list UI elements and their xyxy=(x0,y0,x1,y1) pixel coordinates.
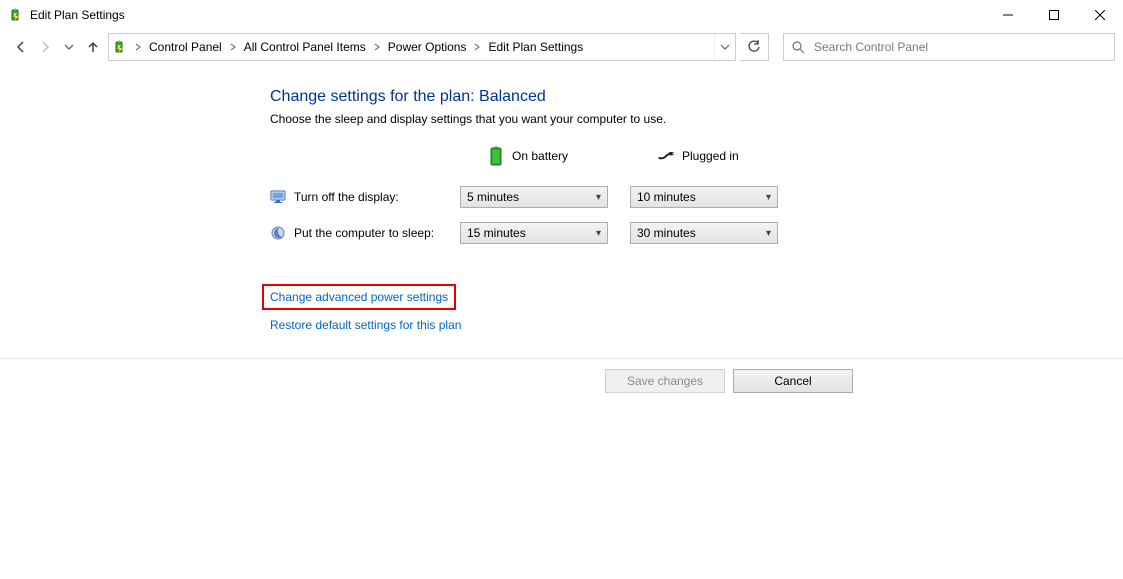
recent-locations-button[interactable] xyxy=(58,36,80,58)
chevron-right-icon[interactable] xyxy=(470,34,484,60)
search-icon xyxy=(784,40,812,54)
page-subheading: Choose the sleep and display settings th… xyxy=(270,112,1123,126)
address-dropdown-button[interactable] xyxy=(714,34,735,60)
chevron-down-icon: ▾ xyxy=(766,192,771,203)
highlight-annotation: Change advanced power settings xyxy=(262,284,456,310)
monitor-icon xyxy=(270,189,286,205)
content: Change settings for the plan: Balanced C… xyxy=(0,64,1123,342)
back-button[interactable] xyxy=(10,36,32,58)
column-header-plugged: Plugged in xyxy=(630,140,790,172)
close-button[interactable] xyxy=(1077,0,1123,30)
breadcrumb-item[interactable]: Control Panel xyxy=(145,34,226,60)
display-battery-select[interactable]: 5 minutes ▾ xyxy=(460,186,608,208)
chevron-right-icon[interactable] xyxy=(370,34,384,60)
row-display-label: Turn off the display: xyxy=(270,189,450,205)
maximize-button[interactable] xyxy=(1031,0,1077,30)
chevron-right-icon[interactable] xyxy=(226,34,240,60)
battery-icon xyxy=(488,148,504,164)
sleep-battery-select[interactable]: 15 minutes ▾ xyxy=(460,222,608,244)
refresh-button[interactable] xyxy=(740,33,769,61)
chevron-down-icon: ▾ xyxy=(596,228,601,239)
row-sleep-label: Put the computer to sleep: xyxy=(270,225,450,241)
search-box[interactable] xyxy=(783,33,1115,61)
breadcrumb: Control Panel All Control Panel Items Po… xyxy=(145,34,714,60)
chevron-right-icon[interactable] xyxy=(131,34,145,60)
window-title: Edit Plan Settings xyxy=(30,8,125,22)
settings-grid: On battery Plugged in Turn xyxy=(270,140,1123,244)
power-options-icon xyxy=(109,34,131,60)
breadcrumb-item[interactable]: All Control Panel Items xyxy=(240,34,370,60)
select-value: 5 minutes xyxy=(467,190,519,204)
chevron-down-icon: ▾ xyxy=(596,192,601,203)
titlebar: Edit Plan Settings xyxy=(0,0,1123,30)
row-label-text: Turn off the display: xyxy=(294,190,399,204)
address-bar[interactable]: Control Panel All Control Panel Items Po… xyxy=(108,33,736,61)
toolbar: Control Panel All Control Panel Items Po… xyxy=(0,30,1123,64)
column-label: Plugged in xyxy=(682,149,739,163)
column-label: On battery xyxy=(512,149,568,163)
breadcrumb-item[interactable]: Power Options xyxy=(384,34,471,60)
restore-defaults-link[interactable]: Restore default settings for this plan xyxy=(270,318,461,332)
up-button[interactable] xyxy=(82,36,104,58)
action-links: Change advanced power settings Restore d… xyxy=(270,284,1123,342)
power-options-icon xyxy=(8,7,24,23)
moon-icon xyxy=(270,225,286,241)
footer: Save changes Cancel xyxy=(0,358,1123,403)
sleep-plugged-select[interactable]: 30 minutes ▾ xyxy=(630,222,778,244)
plug-icon xyxy=(658,148,674,164)
cancel-button[interactable]: Cancel xyxy=(733,369,853,393)
page-heading: Change settings for the plan: Balanced xyxy=(270,88,1123,106)
display-plugged-select[interactable]: 10 minutes ▾ xyxy=(630,186,778,208)
select-value: 15 minutes xyxy=(467,226,526,240)
row-label-text: Put the computer to sleep: xyxy=(294,226,434,240)
column-header-battery: On battery xyxy=(460,140,620,172)
select-value: 30 minutes xyxy=(637,226,696,240)
change-advanced-link[interactable]: Change advanced power settings xyxy=(270,290,448,304)
chevron-down-icon: ▾ xyxy=(766,228,771,239)
save-button: Save changes xyxy=(605,369,725,393)
minimize-button[interactable] xyxy=(985,0,1031,30)
select-value: 10 minutes xyxy=(637,190,696,204)
breadcrumb-item[interactable]: Edit Plan Settings xyxy=(484,34,587,60)
forward-button[interactable] xyxy=(34,36,56,58)
search-input[interactable] xyxy=(812,39,1114,55)
